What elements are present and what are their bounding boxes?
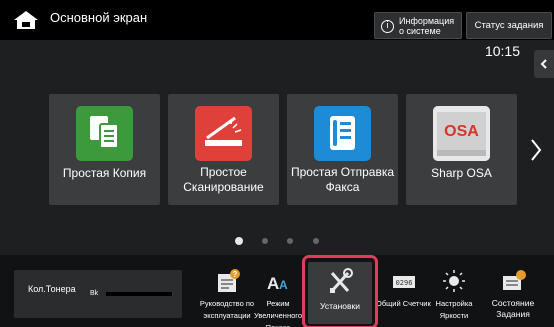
copy-icon [76,106,133,161]
info-icon: i [381,20,394,33]
home-screen: Основной экран i Информация о системе Ст… [0,0,554,327]
home-icon [14,11,38,29]
system-info-button[interactable]: i Информация о системе [374,12,462,39]
pager-dot-4[interactable] [313,238,319,244]
bottom-item-label: Режим Увеличенного Показа [254,299,302,327]
bottom-item-label: Руководство по эксплуатации [199,299,255,320]
svg-text:A: A [279,278,288,292]
tile-easy-fax[interactable]: Простая Отправка Факса [287,94,398,205]
tile-label: Простое Сканирование [183,165,264,194]
bottom-item-label: Состояние Задания [491,298,535,319]
chevron-left-icon [540,59,547,69]
page-title: Основной экран [50,10,148,25]
svg-text:?: ? [233,270,238,279]
clock: 10:15 [484,43,520,59]
toner-level-panel: Кол.Тонера Bk [14,270,182,318]
tile-label: Простая Отправка Факса [290,165,395,194]
operation-manual-button[interactable]: ? Руководство по эксплуатации [190,262,264,324]
total-counter-button[interactable]: 0296 Общий Счетчик [376,262,432,324]
job-status-button[interactable]: Статус задания [466,12,552,39]
settings-tools-icon [325,268,355,301]
job-status-shortcut-button[interactable]: Состояние Задания [482,262,544,324]
job-status-icon [498,268,528,299]
toner-label: Кол.Тонера [28,284,76,294]
toner-level-bar [106,292,172,296]
fax-icon [314,106,371,161]
enlarged-display-button[interactable]: A A Режим Увеличенного Показа [254,262,302,327]
tile-easy-copy[interactable]: Простая Копия [49,94,160,205]
toner-channel-label: Bk [90,290,99,297]
sharp-osa-icon: OSA [433,106,490,161]
next-page-arrow-icon[interactable] [528,137,544,163]
bottom-item-label: Общий Счетчик [376,299,431,308]
home-button[interactable] [10,6,42,34]
pager-dot-1[interactable] [235,237,243,245]
scanner-icon [195,106,252,161]
pager-dot-3[interactable] [287,238,293,244]
tile-easy-scan[interactable]: Простое Сканирование [168,94,279,205]
text-size-icon: A A [263,268,293,299]
header-bar: Основной экран i Информация о системе Ст… [0,0,554,40]
pager-dot-2[interactable] [262,238,268,244]
tile-sharp-osa[interactable]: OSA Sharp OSA [406,94,517,205]
tile-label: Простая Копия [62,166,147,180]
svg-text:A: A [267,274,279,293]
brightness-icon [439,268,469,299]
svg-text:0296: 0296 [396,279,413,287]
counter-icon: 0296 [389,268,419,299]
system-info-label: Информация о системе [399,16,455,36]
manual-icon: ? [212,268,242,299]
bottom-item-label: Установки [319,301,360,311]
brightness-button[interactable]: Настройка Яркости [431,262,477,324]
side-panel-tab[interactable] [534,50,554,78]
tile-label: Sharp OSA [431,166,492,180]
settings-button[interactable]: Установки [308,262,372,324]
bottom-item-label: Настройка Яркости [435,299,473,320]
svg-text:OSA: OSA [444,123,479,140]
